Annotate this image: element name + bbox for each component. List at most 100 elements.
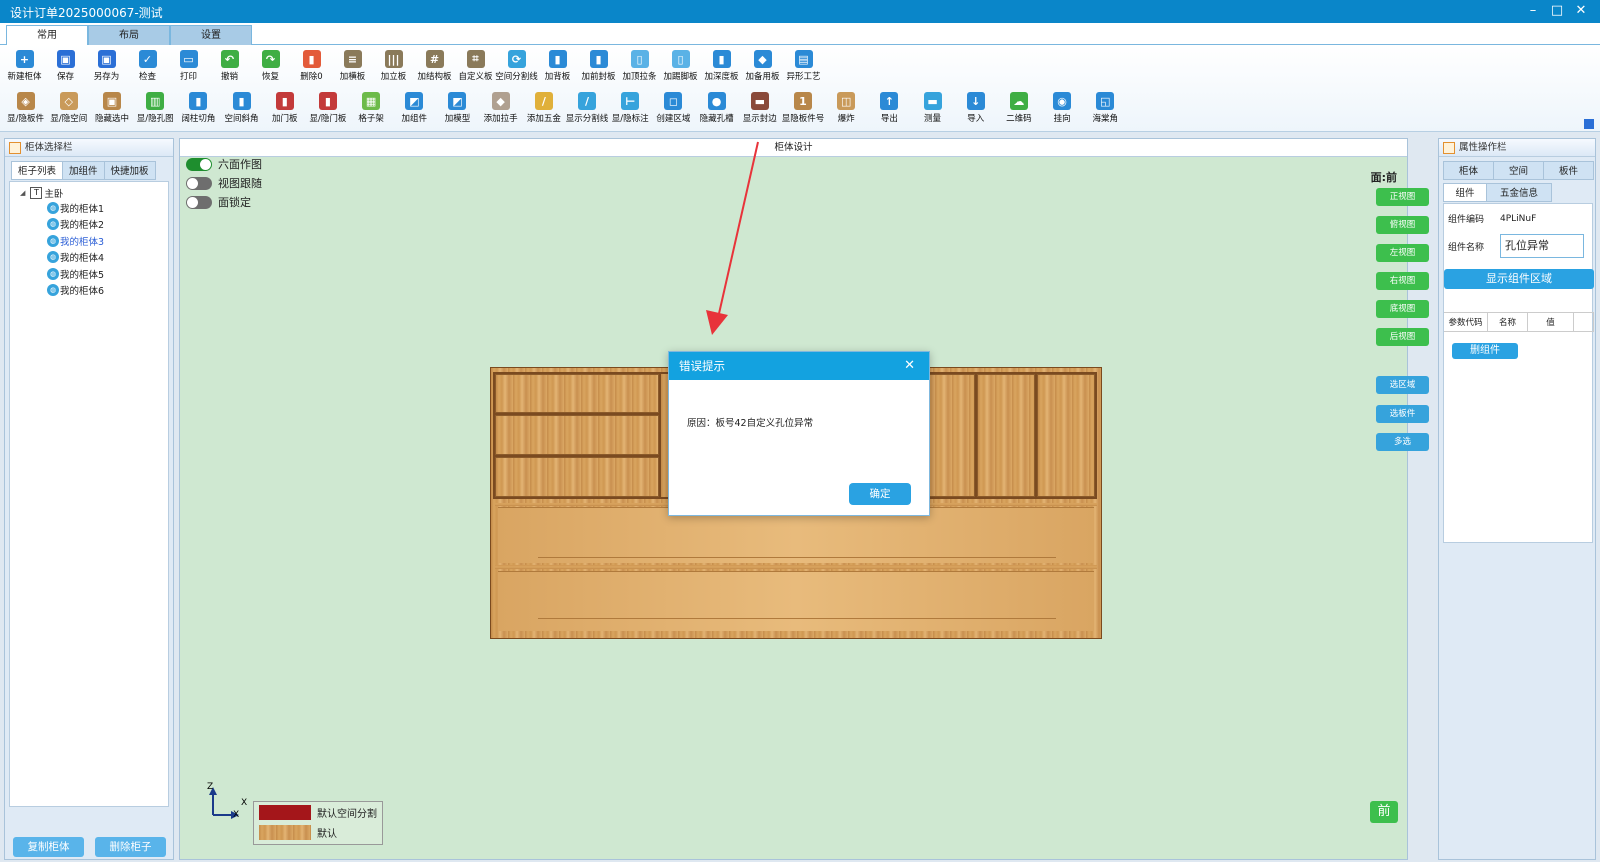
door-panel[interactable] <box>1037 374 1095 497</box>
tab-cabinet-list[interactable]: 柜子列表 <box>11 161 64 180</box>
toolbar-button-row2-4[interactable]: ▮ 阔柱切角 <box>177 89 220 129</box>
toolbar-button-row2-20[interactable]: ↑ 导出 <box>868 89 911 129</box>
toolbar-button-row2-10[interactable]: ◩ 加模型 <box>436 89 479 129</box>
toolbar-button-row2-24[interactable]: ◉ 挂向 <box>1041 89 1084 129</box>
show-component-area-button[interactable]: 显示组件区域 <box>1444 269 1594 289</box>
toolbar-button-row1-17[interactable]: ▮ 加深度板 <box>701 47 742 87</box>
tree-item-cabinet[interactable]: ◍ 我的柜体1 <box>47 201 104 215</box>
toolbar-button-row1-14[interactable]: ▮ 加前封板 <box>578 47 619 87</box>
toggle-switch[interactable] <box>186 195 212 209</box>
collapse-triangle-icon[interactable]: ◢ <box>20 189 25 197</box>
toolbar-button-row1-15[interactable]: ▯ 加顶拉条 <box>619 47 660 87</box>
toolbar-button-row1-4[interactable]: ▭ 打印 <box>168 47 209 87</box>
back-view-button[interactable]: 后视图 <box>1376 328 1429 346</box>
toolbar-button-row1-13[interactable]: ▮ 加背板 <box>537 47 578 87</box>
tab-space[interactable]: 空间 <box>1493 161 1544 180</box>
toolbar-button-row1-19[interactable]: ▤ 异形工艺 <box>783 47 824 87</box>
maximize-button[interactable]: □ <box>1545 1 1569 21</box>
tree-item-cabinet[interactable]: ◍ 我的柜体6 <box>47 283 104 297</box>
select-region-button[interactable]: 选区域 <box>1376 376 1429 394</box>
dialog-ok-button[interactable]: 确定 <box>849 483 911 505</box>
toolbar-button-row2-0[interactable]: ◈ 显/隐板件 <box>4 89 47 129</box>
right-view-button[interactable]: 右视图 <box>1376 272 1429 290</box>
top-view-button[interactable]: 俯视图 <box>1376 216 1429 234</box>
tree-root[interactable]: ◢ T 主卧 <box>20 186 63 200</box>
front-face-badge[interactable]: 前 <box>1370 801 1398 823</box>
toolbar-button-row2-7[interactable]: ▮ 显/隐门板 <box>306 89 349 129</box>
tab-cabinet[interactable]: 柜体 <box>1443 161 1494 180</box>
toolbar-button-row1-10[interactable]: # 加结构板 <box>414 47 455 87</box>
toolbar-button-row2-23[interactable]: ☁ 二维码 <box>997 89 1040 129</box>
toggle-switch[interactable] <box>186 157 212 171</box>
toolbar-button-row1-7[interactable]: ▮ 删除0 <box>291 47 332 87</box>
copy-cabinet-button[interactable]: 复制柜体 <box>13 837 84 857</box>
toolbar-button-row1-16[interactable]: ▯ 加踢脚板 <box>660 47 701 87</box>
toolbar-button-row2-9[interactable]: ◩ 加组件 <box>393 89 436 129</box>
toolbar-button-row2-8[interactable]: ▦ 格子架 <box>350 89 393 129</box>
tree-item-cabinet[interactable]: ◍ 我的柜体5 <box>47 267 104 281</box>
tree-item-cabinet[interactable]: ◍ 我的柜体4 <box>47 250 104 264</box>
toolbar-button-row1-3[interactable]: ✓ 检查 <box>127 47 168 87</box>
toolbar-button-row2-21[interactable]: ▬ 测量 <box>911 89 954 129</box>
toolbar-button-row1-12[interactable]: ⟳ 空间分割线 <box>495 47 538 87</box>
toolbar-button-row2-2[interactable]: ▣ 隐藏选中 <box>90 89 133 129</box>
toggle-face-lock[interactable]: 面锁定 <box>186 194 251 210</box>
toolbar-button-row2-16[interactable]: ● 隐藏孔槽 <box>695 89 738 129</box>
toolbar-button-row1-6[interactable]: ↷ 恢复 <box>250 47 291 87</box>
toggle-view-follow[interactable]: 视图跟随 <box>186 175 262 191</box>
toolbar-button-row2-3[interactable]: ▥ 显/隐孔图 <box>134 89 177 129</box>
front-view-button[interactable]: 正视图 <box>1376 188 1429 206</box>
close-button[interactable]: ✕ <box>1569 1 1593 21</box>
toggle-switch[interactable] <box>186 176 212 190</box>
toolbar-button-row2-12[interactable]: / 添加五金 <box>522 89 565 129</box>
toolbar-button-row2-17[interactable]: ▬ 显示封边 <box>738 89 781 129</box>
toolbar-button-row2-15[interactable]: ◻ 创建区域 <box>652 89 695 129</box>
bottom-view-button[interactable]: 底视图 <box>1376 300 1429 318</box>
toolbar-button-row2-18[interactable]: 1 显隐板件号 <box>781 89 824 129</box>
toolbar-button-row1-8[interactable]: ≡ 加横板 <box>332 47 373 87</box>
toolbar-button-row1-5[interactable]: ↶ 撤销 <box>209 47 250 87</box>
tab-quick-add-board[interactable]: 快捷加板 <box>103 161 156 180</box>
drawer-front[interactable] <box>495 374 659 413</box>
tab-add-component[interactable]: 加组件 <box>62 161 105 180</box>
toolbar-button-row1-11[interactable]: ⌗ 自定义板 <box>455 47 496 87</box>
toolbar-button-row2-25[interactable]: ◱ 海棠角 <box>1084 89 1127 129</box>
grid-icon[interactable] <box>1584 119 1594 129</box>
shelf-space[interactable] <box>498 571 1094 631</box>
drawer-front[interactable] <box>495 415 659 455</box>
door-panel[interactable] <box>977 374 1035 497</box>
tab-component[interactable]: 组件 <box>1443 183 1487 202</box>
toggle-six-face[interactable]: 六面作图 <box>186 156 262 172</box>
toolbar-button-row1-18[interactable]: ◆ 加备用板 <box>742 47 783 87</box>
delete-cabinet-button[interactable]: 删除柜子 <box>95 837 166 857</box>
toolbar-button-row2-11[interactable]: ◆ 添加拉手 <box>479 89 522 129</box>
toolbar-button-row2-22[interactable]: ↓ 导入 <box>954 89 997 129</box>
tree-item-cabinet[interactable]: ◍ 我的柜体2 <box>47 217 104 231</box>
tree-item-cabinet[interactable]: ◍ 我的柜体3 <box>47 234 104 248</box>
toolbar-button-row2-19[interactable]: ◫ 爆炸 <box>825 89 868 129</box>
toolbar-button-row2-1[interactable]: ◇ 显/隐空间 <box>47 89 90 129</box>
toolbar-button-row2-6[interactable]: ▮ 加门板 <box>263 89 306 129</box>
left-view-button[interactable]: 左视图 <box>1376 244 1429 262</box>
toolbar-button-row1-2[interactable]: ▣ 另存为 <box>86 47 127 87</box>
dialog-close-icon[interactable]: ✕ <box>904 352 915 380</box>
tab-hardware-info[interactable]: 五金信息 <box>1486 183 1552 202</box>
multi-select-button[interactable]: 多选 <box>1376 433 1429 451</box>
toolbar-icon: 1 <box>793 92 812 110</box>
toolbar-button-row1-1[interactable]: ▣ 保存 <box>45 47 86 87</box>
toolbar-button-row2-13[interactable]: / 显示分割线 <box>565 89 608 129</box>
component-name-input[interactable]: 孔位异常 <box>1500 234 1584 258</box>
toolbar-icon: ◈ <box>16 92 35 110</box>
drawer-front[interactable] <box>495 457 659 497</box>
select-board-button[interactable]: 选板件 <box>1376 405 1429 423</box>
tab-settings[interactable]: 设置 <box>170 25 252 45</box>
toolbar-button-row1-0[interactable]: + 新建柜体 <box>4 47 45 87</box>
toolbar-button-row2-5[interactable]: ▮ 空间斜角 <box>220 89 263 129</box>
toolbar-button-row1-9[interactable]: ||| 加立板 <box>373 47 414 87</box>
tab-board[interactable]: 板件 <box>1543 161 1594 180</box>
delete-component-button[interactable]: 删组件 <box>1452 343 1518 359</box>
tab-layout[interactable]: 布局 <box>88 25 170 45</box>
toolbar-button-row2-14[interactable]: ⊢ 显/隐标注 <box>609 89 652 129</box>
minimize-button[interactable]: – <box>1521 1 1545 21</box>
tab-common[interactable]: 常用 <box>6 25 88 45</box>
